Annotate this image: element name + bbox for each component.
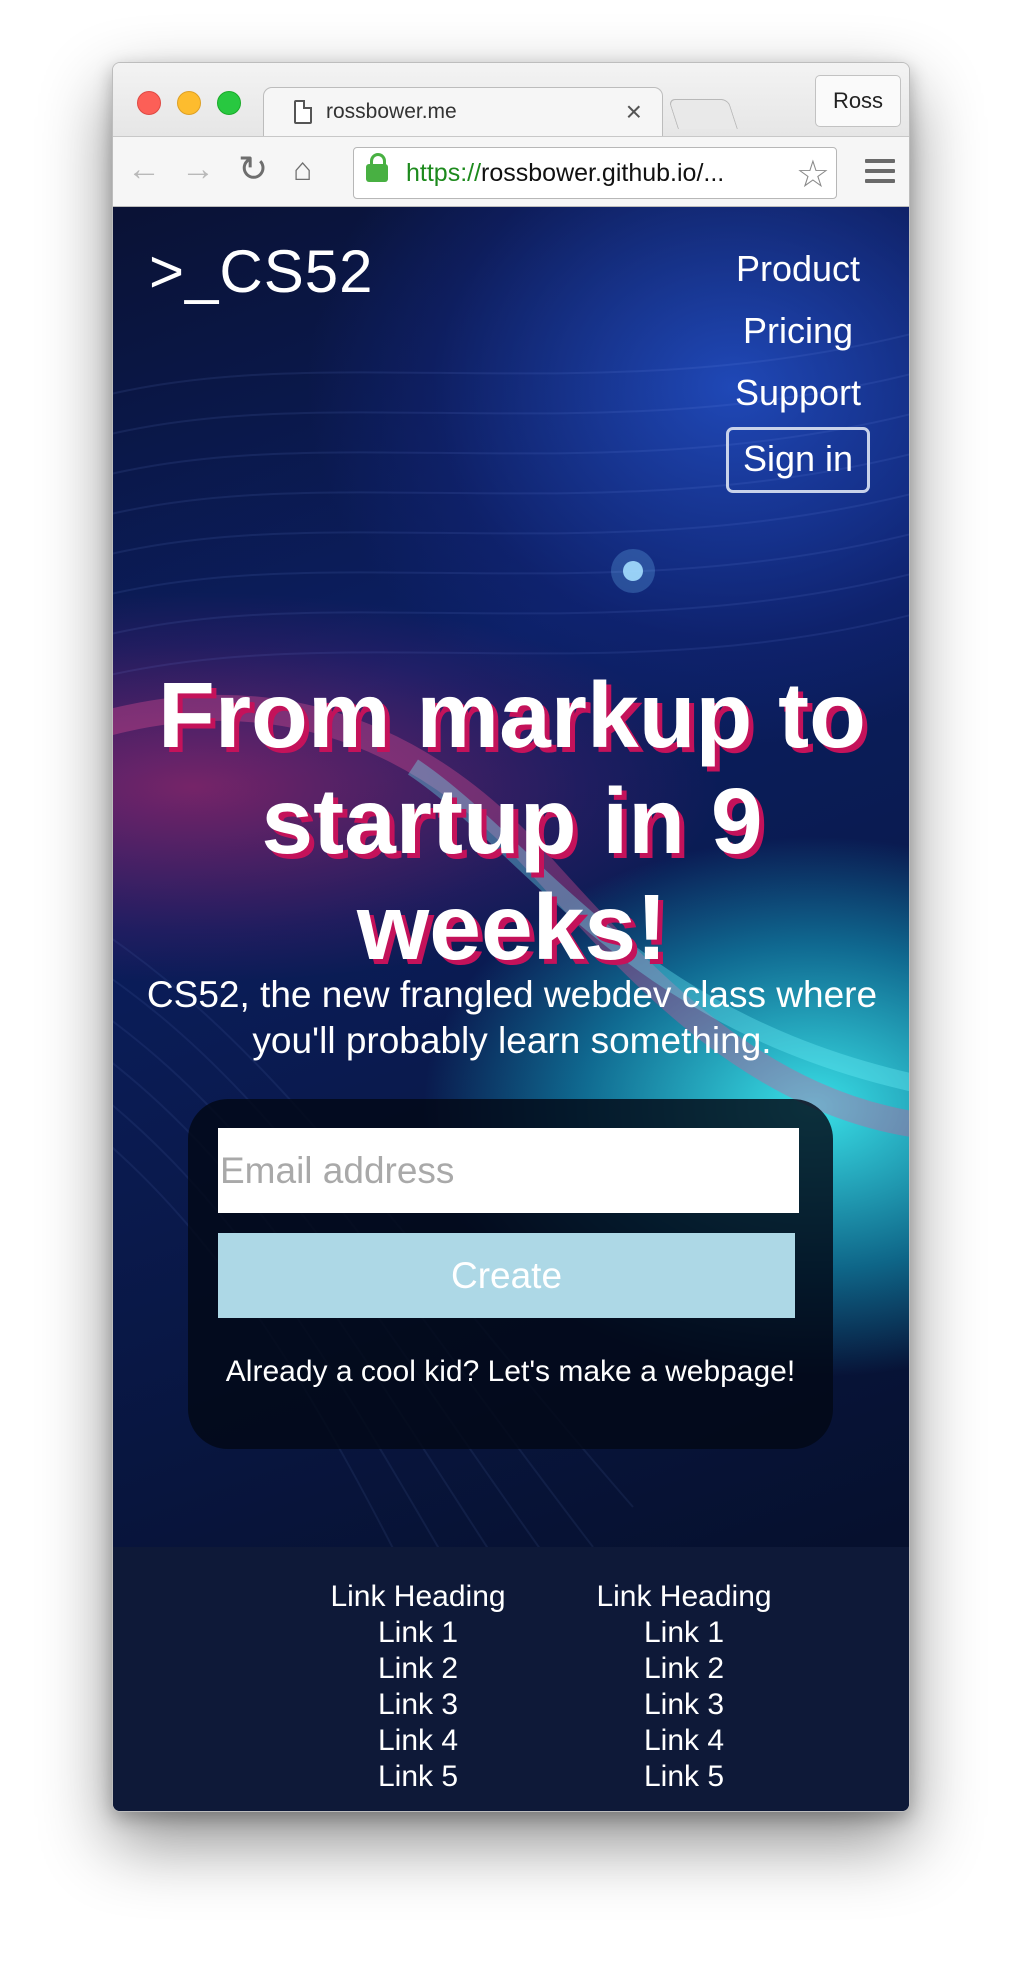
window-minimize-button[interactable] — [177, 91, 201, 115]
browser-tab-active[interactable]: rossbower.me × — [263, 87, 663, 137]
page-footer: Link Heading Link 1 Link 2 Link 3 Link 4… — [113, 1547, 909, 1811]
tab-title: rossbower.me — [326, 100, 457, 123]
window-maximize-button[interactable] — [217, 91, 241, 115]
back-arrow-icon[interactable]: ← — [127, 149, 161, 189]
footer-link[interactable]: Link 4 — [298, 1723, 538, 1759]
sign-in-button[interactable]: Sign in — [725, 427, 871, 493]
hero-section: >_CS52 Product Pricing Support Sign in F… — [113, 207, 909, 1547]
home-icon[interactable]: ⌂ — [293, 149, 312, 189]
footer-column: Link Heading Link 1 Link 2 Link 3 Link 4… — [564, 1579, 804, 1795]
reload-icon[interactable]: ↻ — [238, 149, 268, 189]
forward-arrow-icon[interactable]: → — [181, 149, 215, 189]
signup-form: Create Already a cool kid? Let's make a … — [188, 1099, 833, 1449]
nav-link-product[interactable]: Product — [723, 247, 873, 291]
create-button[interactable]: Create — [218, 1233, 795, 1318]
footer-link[interactable]: Link 3 — [298, 1687, 538, 1723]
main-nav: Product Pricing Support Sign in — [723, 247, 873, 493]
footer-link[interactable]: Link 3 — [564, 1687, 804, 1723]
url-scheme: https — [406, 159, 461, 187]
hero-headline: From markup to startup in 9 weeks! — [158, 663, 866, 980]
footer-link[interactable]: Link 5 — [564, 1759, 804, 1795]
browser-window: rossbower.me × Ross ← → ↻ ⌂ https://ross… — [112, 62, 910, 1812]
footer-link[interactable]: Link 2 — [298, 1651, 538, 1687]
page-document-icon — [294, 100, 312, 124]
site-logo[interactable]: >_CS52 — [149, 237, 374, 306]
footer-link[interactable]: Link 1 — [564, 1615, 804, 1651]
footer-link[interactable]: Link 2 — [564, 1651, 804, 1687]
footer-column: Link Heading Link 1 Link 2 Link 3 Link 4… — [298, 1579, 538, 1795]
footer-link-heading: Link Heading — [596, 1580, 772, 1613]
hero-subheading: CS52, the new frangled webdev class wher… — [146, 974, 878, 1061]
tab-close-icon[interactable]: × — [626, 96, 642, 128]
footer-link[interactable]: Link 4 — [564, 1723, 804, 1759]
bookmark-star-icon[interactable]: ☆ — [796, 152, 830, 197]
lock-icon — [366, 153, 388, 182]
url-separator: :// — [460, 159, 482, 187]
menu-bar-line — [865, 169, 895, 173]
new-tab-button[interactable] — [668, 99, 738, 129]
url-text: https://rossbower.github.io/... — [406, 159, 724, 188]
footer-link[interactable]: Link 1 — [298, 1615, 538, 1651]
tab-strip: rossbower.me × Ross — [113, 63, 909, 137]
hamburger-menu-icon[interactable] — [865, 159, 895, 185]
url-path: rossbower.github.io/... — [481, 159, 725, 187]
profile-button[interactable]: Ross — [815, 75, 901, 127]
nav-link-support[interactable]: Support — [723, 371, 873, 415]
email-input[interactable] — [218, 1128, 799, 1213]
footer-link-heading: Link Heading — [330, 1580, 506, 1613]
cool-kid-link[interactable]: Already a cool kid? Let's make a webpage… — [188, 1355, 833, 1389]
menu-bar-line — [865, 159, 895, 163]
nav-link-pricing[interactable]: Pricing — [723, 309, 873, 353]
web-page: >_CS52 Product Pricing Support Sign in F… — [113, 207, 909, 1811]
footer-link[interactable]: Link 5 — [298, 1759, 538, 1795]
browser-toolbar: ← → ↻ ⌂ https://rossbower.github.io/... … — [113, 136, 909, 207]
menu-bar-line — [865, 179, 895, 183]
window-close-button[interactable] — [137, 91, 161, 115]
address-bar[interactable]: https://rossbower.github.io/... ☆ — [353, 147, 837, 199]
